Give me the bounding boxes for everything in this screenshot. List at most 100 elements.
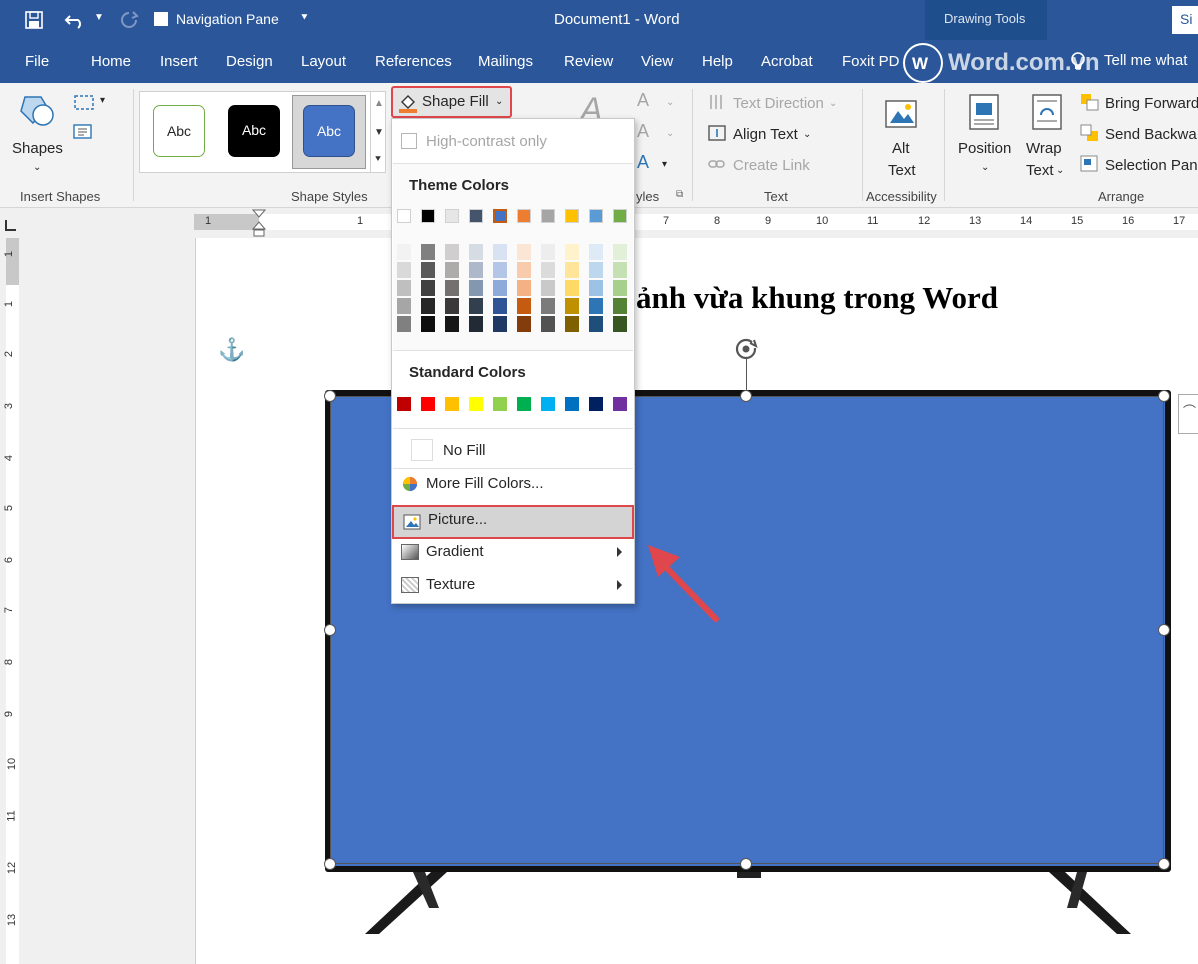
gallery-scroll[interactable]: ▲ ▼ ⯆ (370, 91, 386, 173)
theme-shade-swatch[interactable] (541, 280, 555, 296)
theme-shade-swatch[interactable] (493, 244, 507, 260)
tab-selector-icon[interactable] (5, 220, 16, 231)
position-icon[interactable] (968, 93, 1000, 131)
vertical-ruler[interactable]: 1 1 2 3 4 5 6 7 8 9 10 11 12 13 (0, 238, 24, 964)
resize-handle-right[interactable] (1158, 624, 1170, 636)
theme-shade-swatch[interactable] (565, 316, 579, 332)
theme-shade-swatch[interactable] (589, 316, 603, 332)
theme-shade-swatch[interactable] (493, 298, 507, 314)
tab-file[interactable]: File (25, 53, 49, 70)
standard-color-swatch[interactable] (421, 397, 435, 411)
tab-layout[interactable]: Layout (301, 53, 346, 70)
standard-color-swatch[interactable] (517, 397, 531, 411)
theme-color-swatch[interactable] (445, 209, 459, 223)
theme-shade-swatch[interactable] (445, 280, 459, 296)
theme-color-swatch[interactable] (493, 209, 507, 223)
theme-color-swatch[interactable] (565, 209, 579, 223)
save-icon[interactable] (24, 10, 44, 30)
standard-color-swatch[interactable] (469, 397, 483, 411)
selection-pane-icon[interactable] (1080, 155, 1100, 173)
theme-shade-swatch[interactable] (445, 298, 459, 314)
create-link-icon[interactable] (707, 155, 727, 173)
theme-shade-swatch[interactable] (517, 298, 531, 314)
resize-handle-top-right[interactable] (1158, 390, 1170, 402)
theme-shade-swatch[interactable] (445, 262, 459, 278)
theme-shade-swatch[interactable] (397, 280, 411, 296)
theme-shade-swatch[interactable] (421, 316, 435, 332)
theme-shade-swatch[interactable] (421, 262, 435, 278)
tab-foxit[interactable]: Foxit PD (842, 53, 900, 70)
theme-color-swatch[interactable] (469, 209, 483, 223)
selection-pane-label[interactable]: Selection Pan (1105, 157, 1198, 174)
text-fill-icon[interactable]: A (637, 90, 649, 111)
tab-references[interactable]: References (375, 53, 452, 70)
layout-options-button[interactable]: ⌒ (1178, 394, 1198, 434)
theme-shade-swatch[interactable] (421, 298, 435, 314)
wrap-text-label-line2[interactable]: Text (1026, 162, 1054, 179)
wrap-text-icon[interactable] (1031, 93, 1063, 131)
shapes-icon[interactable] (17, 93, 57, 129)
alt-text-label-line1[interactable]: Alt (892, 140, 910, 157)
undo-dropdown-icon[interactable]: ▼ (94, 12, 104, 23)
theme-color-swatch[interactable] (613, 209, 627, 223)
tab-design[interactable]: Design (226, 53, 273, 70)
dialog-launcher-icon[interactable]: ⧉ (676, 189, 683, 200)
more-fill-colors-item[interactable]: More Fill Colors... (392, 469, 634, 499)
theme-shade-swatch[interactable] (517, 244, 531, 260)
theme-color-swatch[interactable] (589, 209, 603, 223)
theme-shade-swatch[interactable] (397, 298, 411, 314)
send-backward-label[interactable]: Send Backwa (1105, 126, 1197, 143)
text-effects-icon[interactable]: A (637, 152, 649, 173)
theme-color-swatch[interactable] (421, 209, 435, 223)
picture-item[interactable]: Picture... (392, 505, 634, 539)
theme-shade-swatch[interactable] (589, 262, 603, 278)
theme-shade-swatch[interactable] (565, 262, 579, 278)
theme-color-swatch[interactable] (397, 209, 411, 223)
theme-shade-swatch[interactable] (613, 280, 627, 296)
edit-shape-dropdown-icon[interactable]: ▾ (100, 95, 105, 106)
tell-me-search[interactable]: Tell me what (1104, 52, 1187, 69)
theme-shade-swatch[interactable] (517, 262, 531, 278)
tab-insert[interactable]: Insert (160, 53, 198, 70)
theme-shade-swatch[interactable] (469, 316, 483, 332)
theme-shade-swatch[interactable] (565, 298, 579, 314)
style-sample-outline[interactable]: Abc (153, 105, 205, 157)
standard-color-swatch[interactable] (397, 397, 411, 411)
create-link-label[interactable]: Create Link (733, 157, 810, 174)
theme-shade-swatch[interactable] (613, 244, 627, 260)
theme-shade-swatch[interactable] (613, 262, 627, 278)
tab-mailings[interactable]: Mailings (478, 53, 533, 70)
alt-text-label-line2[interactable]: Text (888, 162, 916, 179)
theme-shade-swatch[interactable] (541, 298, 555, 314)
tab-home[interactable]: Home (91, 53, 131, 70)
undo-icon[interactable] (64, 10, 86, 30)
theme-shade-swatch[interactable] (469, 244, 483, 260)
tab-review[interactable]: Review (564, 53, 613, 70)
align-text-icon[interactable] (707, 124, 727, 142)
alt-text-icon[interactable] (884, 93, 920, 131)
resize-handle-bottom-left[interactable] (324, 858, 336, 870)
document-page[interactable]: ⚓ ảnh vừa khung trong Word ⌒ (195, 238, 1198, 964)
shapes-dropdown-icon[interactable]: ⌄ (33, 162, 41, 173)
tab-view[interactable]: View (641, 53, 673, 70)
theme-shade-swatch[interactable] (517, 280, 531, 296)
resize-handle-top[interactable] (740, 390, 752, 402)
theme-shade-swatch[interactable] (469, 262, 483, 278)
theme-shade-swatch[interactable] (613, 316, 627, 332)
text-outline-icon[interactable]: A (637, 121, 649, 142)
theme-shade-swatch[interactable] (565, 280, 579, 296)
horizontal-ruler[interactable]: 11234567891011121314151617 (194, 208, 1198, 238)
text-direction-icon[interactable] (707, 93, 727, 111)
theme-shade-swatch[interactable] (589, 280, 603, 296)
resize-handle-bottom-right[interactable] (1158, 858, 1170, 870)
theme-shade-swatch[interactable] (421, 244, 435, 260)
shape-fill-button[interactable]: Shape Fill ⌄ (391, 86, 512, 118)
style-sample-blue[interactable]: Abc (303, 105, 355, 157)
theme-shade-swatch[interactable] (421, 280, 435, 296)
standard-color-swatch[interactable] (589, 397, 603, 411)
texture-item[interactable]: Texture (392, 570, 634, 600)
theme-shade-swatch[interactable] (589, 298, 603, 314)
rotate-handle-icon[interactable] (733, 336, 761, 362)
standard-color-swatch[interactable] (541, 397, 555, 411)
send-backward-icon[interactable] (1080, 124, 1100, 142)
